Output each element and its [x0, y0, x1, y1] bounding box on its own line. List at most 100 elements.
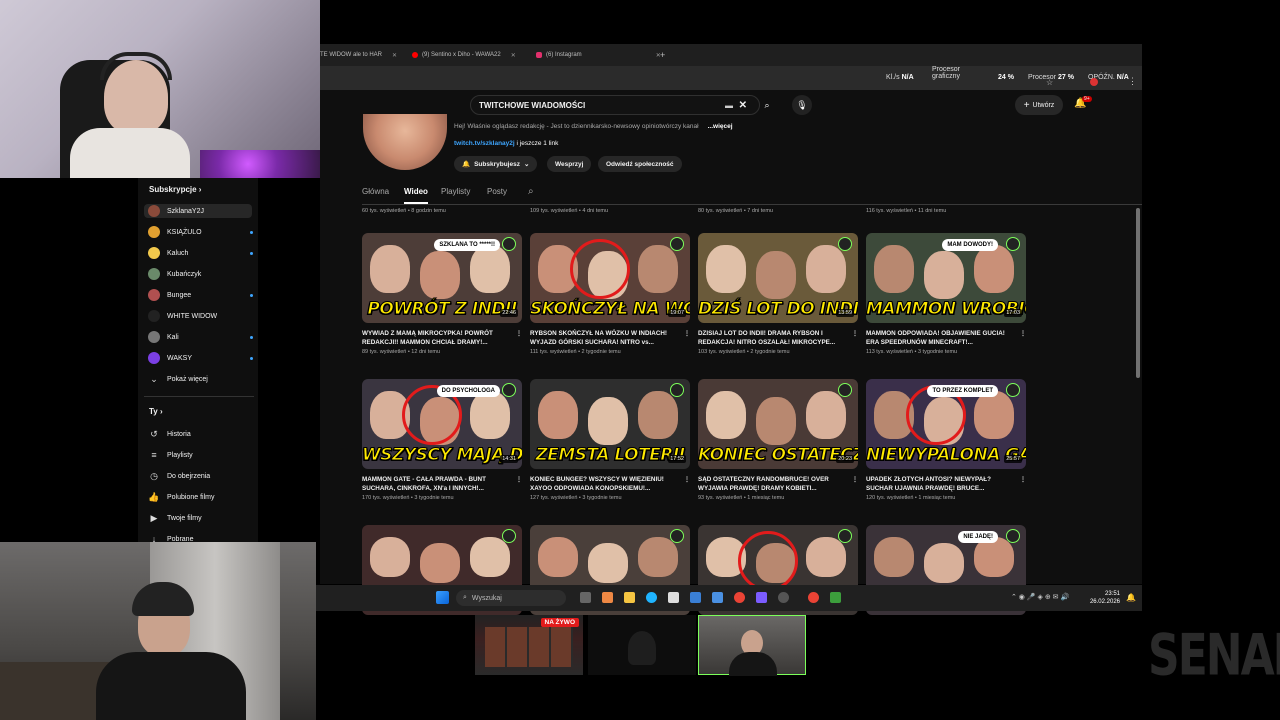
- app-icon[interactable]: [602, 592, 613, 603]
- channel-link[interactable]: twitch.tv/szklanay2j i jeszcze 1 link: [454, 140, 558, 147]
- video-title[interactable]: MAMMON GATE - CAŁA PRAWDA - BUNT SUCHARA…: [362, 475, 522, 493]
- sidebar-item-subscription[interactable]: KSIĄŻULO: [148, 225, 253, 239]
- store-icon[interactable]: [668, 592, 679, 603]
- video-thumbnail[interactable]: DZIŚ LOT DO INDII 13:59: [698, 233, 858, 323]
- star-icon[interactable]: ☆: [1046, 78, 1053, 87]
- video-thumbnail[interactable]: SZKLANA TO *****!! POWRÓT Z INDII 22:46: [362, 233, 522, 323]
- sidebar-item-subscription[interactable]: Bungee: [148, 288, 253, 302]
- video-title[interactable]: RYBSON SKOŃCZYŁ NA WÓZKU W INDIACH! WYJA…: [530, 329, 690, 347]
- scene-camera-preview[interactable]: [698, 615, 806, 676]
- video-card[interactable]: DZIŚ LOT DO INDII 13:59 DZISIAJ LOT DO I…: [698, 233, 858, 355]
- video-title[interactable]: SĄD OSTATECZNY RANDOMBRUCE! OVER WYJAWIA…: [698, 475, 858, 493]
- search-input[interactable]: TWITCHOWE WIADOMOŚCI ▬ ✕: [470, 95, 760, 115]
- search-icon[interactable]: ⌕: [528, 186, 534, 197]
- sidebar-item-you[interactable]: 👍 Polubione filmy: [148, 490, 253, 504]
- more-options-icon[interactable]: ⋮: [1020, 475, 1026, 484]
- sidebar-item-subscription[interactable]: WHITE WIDOW: [148, 309, 253, 323]
- close-icon[interactable]: ✕: [511, 52, 516, 59]
- more-options-icon[interactable]: ⋮: [1020, 329, 1026, 338]
- sidebar-item-subscription[interactable]: Kaluch: [148, 246, 253, 260]
- channel-avatar[interactable]: [363, 114, 447, 170]
- video-card[interactable]: ZEMSTA LOTERII 17:52 KONIEC BUNGEE? WSZY…: [530, 379, 690, 501]
- tray-icons[interactable]: ⌃ ◉ 🎤 ◈ ⊕ ✉ 🔊: [1011, 593, 1069, 601]
- video-thumbnail[interactable]: TO PRZEZ KOMPLET NIEWYPALONA GALA 25:57: [866, 379, 1026, 469]
- sidebar-item-you[interactable]: ≡ Playlisty: [148, 448, 253, 462]
- video-card[interactable]: SZKLANA TO *****!! POWRÓT Z INDII 22:46 …: [362, 233, 522, 355]
- new-tab-button[interactable]: +: [660, 48, 665, 62]
- more-options-icon[interactable]: ⋮: [516, 475, 522, 484]
- scene-preview[interactable]: [588, 615, 696, 675]
- menu-icon[interactable]: ⋮: [1128, 76, 1137, 87]
- video-card[interactable]: MAM DOWODY! MAMMON WROBIONY 17:03 MAMMON…: [866, 233, 1026, 355]
- windows-start-icon[interactable]: [436, 591, 449, 604]
- sidebar-item-subscription[interactable]: Kali: [148, 330, 253, 344]
- task-view-icon[interactable]: [580, 592, 591, 603]
- subscriptions-header[interactable]: Subskrypcje ›: [149, 185, 201, 194]
- create-button[interactable]: + Utwórz: [1015, 95, 1063, 115]
- tab-posts[interactable]: Posty: [487, 187, 507, 196]
- video-icon: ▶: [150, 513, 158, 523]
- chrome-icon[interactable]: [808, 592, 819, 603]
- more-options-icon[interactable]: ⋮: [516, 329, 522, 338]
- sidebar-item-label: WAKSY: [167, 354, 193, 362]
- keyboard-icon[interactable]: ▬: [725, 101, 733, 110]
- edge-icon[interactable]: [646, 592, 657, 603]
- preview-silhouette: [628, 631, 656, 665]
- video-thumbnail[interactable]: SKOŃCZYŁ NA WÓZKU 19:07: [530, 233, 690, 323]
- show-more-button[interactable]: ⌄ Pokaż więcej: [148, 372, 253, 386]
- mail-icon[interactable]: [690, 592, 701, 603]
- tab-white-widow[interactable]: TE WIDOW ale to HAR ✕: [320, 48, 397, 62]
- tab-videos[interactable]: Wideo: [404, 187, 428, 196]
- video-card[interactable]: KONIEC OSTATECZNY 20:23 SĄD OSTATECZNY R…: [698, 379, 858, 501]
- tab-playlists[interactable]: Playlisty: [441, 187, 470, 196]
- sidebar-item-subscription[interactable]: Kubańczyk: [148, 267, 253, 281]
- obs-icon[interactable]: [778, 592, 789, 603]
- search-icon[interactable]: ⌕: [757, 95, 777, 115]
- tab-instagram[interactable]: (6) Instagram ✕: [536, 48, 661, 62]
- you-header[interactable]: Ty ›: [149, 407, 163, 416]
- app-icon[interactable]: [830, 592, 841, 603]
- close-icon[interactable]: ✕: [392, 52, 397, 59]
- video-card[interactable]: TO PRZEZ KOMPLET NIEWYPALONA GALA 25:57 …: [866, 379, 1026, 501]
- sidebar-item-you[interactable]: ◷ Do obejrzenia: [148, 469, 253, 483]
- support-button[interactable]: Wesprzyj: [547, 156, 592, 172]
- community-button[interactable]: Odwiedź społeczność: [598, 156, 682, 172]
- app-icon[interactable]: [712, 592, 723, 603]
- video-thumbnail[interactable]: ZEMSTA LOTERII 17:52: [530, 379, 690, 469]
- video-card[interactable]: SKOŃCZYŁ NA WÓZKU 19:07 RYBSON SKOŃCZYŁ …: [530, 233, 690, 355]
- video-duration: 20:23: [836, 455, 854, 463]
- folder-icon[interactable]: [624, 592, 635, 603]
- video-title[interactable]: DZISIAJ LOT DO INDII! DRAMA RYBSON I RED…: [698, 329, 858, 347]
- tab-sentino[interactable]: (9) Sentino x Diho - WAWA22 ✕: [412, 48, 516, 62]
- video-card[interactable]: DO PSYCHOLOGA WSZYSCY MAJĄ DOŚĆ 14:31 MA…: [362, 379, 522, 501]
- video-thumbnail[interactable]: DO PSYCHOLOGA WSZYSCY MAJĄ DOŚĆ 14:31: [362, 379, 522, 469]
- sidebar-item-subscription[interactable]: WAKSY: [148, 351, 253, 365]
- video-title[interactable]: KONIEC BUNGEE? WSZYSCY W WIĘZIENIU! XAYO…: [530, 475, 690, 493]
- scrollbar[interactable]: [1136, 208, 1140, 378]
- sidebar-item-you[interactable]: ↺ Historia: [148, 427, 253, 441]
- sidebar-item-subscription[interactable]: SzklanaY2J: [144, 204, 252, 218]
- video-title[interactable]: WYWIAD Z MAMĄ MIKROCYPKA! POWRÓT REDAKCJ…: [362, 329, 522, 347]
- video-title[interactable]: UPADEK ZŁOTYCH ANTOSI? NIEWYPAŁ? SUCHAR …: [866, 475, 1026, 493]
- clock[interactable]: 23:51 26.02.2026: [1090, 590, 1120, 606]
- more-options-icon[interactable]: ⋮: [684, 475, 690, 484]
- channel-description[interactable]: Hej! Właśnie oglądasz redakcję - Jest to…: [454, 123, 733, 130]
- scene-live-preview[interactable]: NA ŻYWO: [475, 615, 583, 675]
- more-options-icon[interactable]: ⋮: [852, 475, 858, 484]
- microphone-icon[interactable]: 🎙: [792, 95, 812, 115]
- video-title[interactable]: MAMMON ODPOWIADA! OBJAWIENIE GUCIA! ERA …: [866, 329, 1026, 347]
- more-options-icon[interactable]: ⋮: [852, 329, 858, 338]
- discord-icon[interactable]: [756, 592, 767, 603]
- subscribed-button[interactable]: 🔔 Subskrybujesz ⌄: [454, 156, 538, 172]
- video-thumbnail[interactable]: KONIEC OSTATECZNY 20:23: [698, 379, 858, 469]
- chrome-icon[interactable]: [734, 592, 745, 603]
- clear-icon[interactable]: ✕: [739, 100, 747, 111]
- sidebar-item-you[interactable]: ↓ Pobrane: [148, 532, 253, 546]
- taskbar-search[interactable]: ⌕ Wyszukaj: [456, 590, 566, 606]
- sidebar-item-you[interactable]: ▶ Twoje filmy: [148, 511, 253, 525]
- tab-home[interactable]: Główna: [362, 187, 389, 196]
- video-thumbnail[interactable]: MAM DOWODY! MAMMON WROBIONY 17:03: [866, 233, 1026, 323]
- notification-icon[interactable]: 🔔: [1126, 593, 1136, 602]
- profile-icon[interactable]: [1090, 78, 1098, 86]
- more-options-icon[interactable]: ⋮: [684, 329, 690, 338]
